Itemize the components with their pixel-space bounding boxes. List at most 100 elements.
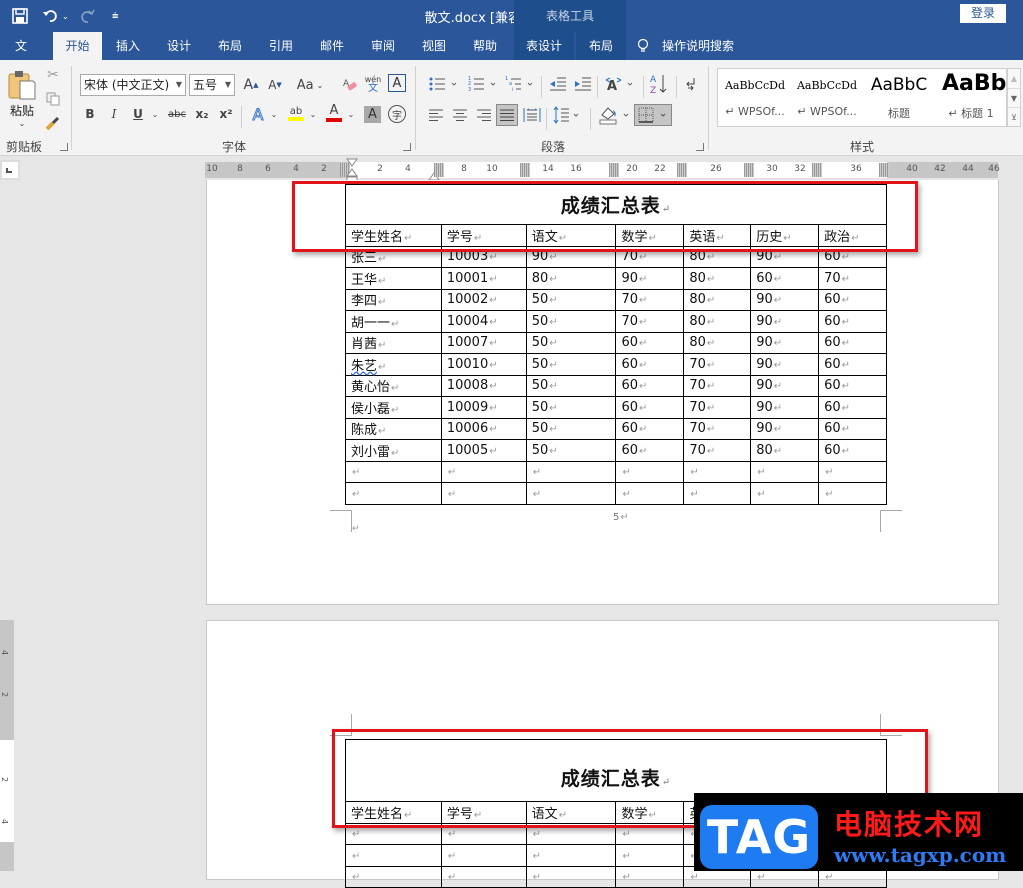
superscript-button[interactable]: x² — [218, 104, 234, 124]
font-name-combo[interactable]: 宋体 (中文正文) ▼ — [80, 74, 186, 96]
column-marker[interactable] — [812, 163, 822, 177]
style-item-title[interactable]: AaBbC 标题 — [864, 69, 934, 126]
table-cell[interactable]: 10009↵ — [440, 396, 527, 419]
table-cell[interactable]: ↵ — [440, 460, 527, 483]
table-cell[interactable]: 侯小磊↵ — [345, 396, 442, 419]
tab-insert[interactable]: 插入 — [106, 32, 150, 60]
multilevel-list-button[interactable]: 1ai — [503, 74, 537, 94]
table-cell[interactable]: 60↵ — [615, 331, 685, 354]
table-cell[interactable]: ↵ — [440, 844, 527, 867]
column-marker[interactable] — [677, 163, 687, 177]
justify-icon[interactable] — [496, 104, 518, 126]
column-marker[interactable] — [520, 163, 530, 177]
text-effects-icon[interactable]: A — [249, 104, 267, 124]
format-painter-icon[interactable] — [44, 114, 62, 132]
table-cell[interactable]: 50↵ — [525, 288, 617, 311]
line-spacing-button[interactable] — [552, 104, 582, 126]
table-cell[interactable]: 50↵ — [525, 417, 617, 440]
table-cell[interactable]: ↵ — [818, 482, 887, 505]
tab-help[interactable]: 帮助 — [463, 32, 507, 60]
highlight-dropdown-icon[interactable]: ⌄ — [308, 104, 318, 124]
table-cell[interactable]: ↵ — [615, 482, 685, 505]
table-cell[interactable]: 70↵ — [683, 396, 752, 419]
table-cell[interactable]: ↵ — [818, 460, 887, 483]
table-cell[interactable]: ↵ — [345, 865, 442, 888]
table-cell[interactable]: ↵ — [345, 482, 442, 505]
table-cell[interactable]: 50↵ — [525, 374, 617, 397]
table-cell[interactable]: ↵ — [683, 460, 752, 483]
undo-dropdown-icon[interactable]: ⌄ — [62, 6, 69, 26]
text-effects-dropdown-icon[interactable]: ⌄ — [269, 104, 279, 124]
table-cell[interactable]: 胡一一↵ — [345, 310, 442, 333]
table-cell[interactable]: 90↵ — [750, 288, 820, 311]
phonetic-guide-icon[interactable]: wén 文 — [362, 72, 384, 96]
table-cell[interactable]: 10004↵ — [440, 310, 527, 333]
table-cell[interactable]: 肖茜↵ — [345, 331, 442, 354]
tab-design[interactable]: 设计 — [157, 32, 201, 60]
align-center-icon[interactable] — [451, 106, 469, 124]
table-cell[interactable]: 80↵ — [683, 267, 752, 290]
table-cell[interactable]: 50↵ — [525, 331, 617, 354]
font-color-icon[interactable]: A — [324, 102, 344, 124]
table-cell[interactable]: 90↵ — [615, 267, 685, 290]
table-cell[interactable]: 90↵ — [750, 331, 820, 354]
table-cell[interactable]: 80↵ — [683, 310, 752, 333]
table-cell[interactable]: ↵ — [525, 865, 617, 888]
table-cell[interactable]: ↵ — [750, 460, 820, 483]
tab-table-layout[interactable]: 布局 — [576, 32, 626, 60]
change-case-button[interactable]: Aa ⌄ — [293, 74, 327, 96]
table-cell[interactable]: 朱艺↵ — [345, 353, 442, 376]
table-cell[interactable]: 60↵ — [818, 310, 887, 333]
table-cell[interactable]: 10002↵ — [440, 288, 527, 311]
paste-icon[interactable] — [6, 68, 38, 102]
style-item-heading1[interactable]: AaBb ↵ 标题 1 — [936, 69, 1006, 126]
table-cell[interactable]: ↵ — [750, 482, 820, 505]
table-cell[interactable]: 60↵ — [818, 374, 887, 397]
styles-scroll[interactable]: ▲ ▼ ⊻ — [1007, 68, 1021, 127]
table-cell[interactable]: ↵ — [345, 460, 442, 483]
subscript-button[interactable]: x₂ — [194, 104, 210, 124]
table-cell[interactable]: 50↵ — [525, 310, 617, 333]
clear-formatting-icon[interactable]: A — [340, 74, 360, 96]
table-cell[interactable]: ↵ — [615, 865, 685, 888]
table-cell[interactable]: 70↵ — [683, 417, 752, 440]
underline-button[interactable]: U — [130, 104, 146, 124]
customize-quick-access-icon[interactable]: ⩧ — [112, 6, 118, 26]
highlight-icon[interactable]: ab — [286, 102, 306, 124]
table-cell[interactable]: 50↵ — [525, 396, 617, 419]
table-cell[interactable]: 黄心怡↵ — [345, 374, 442, 397]
align-right-icon[interactable] — [475, 106, 493, 124]
table-cell[interactable]: 70↵ — [683, 374, 752, 397]
table-cell[interactable]: 80↵ — [525, 267, 617, 290]
table-cell[interactable]: 70↵ — [683, 439, 752, 462]
tell-me-search[interactable]: 操作说明搜索 — [658, 32, 738, 60]
table-cell[interactable]: ↵ — [683, 482, 752, 505]
align-left-icon[interactable] — [427, 106, 445, 124]
table-cell[interactable]: ↵ — [525, 482, 617, 505]
scroll-up-icon[interactable]: ▲ — [1008, 69, 1020, 88]
table-cell[interactable]: ↵ — [615, 460, 685, 483]
tab-layout[interactable]: 布局 — [208, 32, 252, 60]
show-formatting-marks-icon[interactable] — [682, 74, 700, 94]
asian-layout-button[interactable]: A — [603, 74, 637, 94]
bullets-button[interactable] — [427, 74, 461, 94]
tab-view[interactable]: 视图 — [412, 32, 456, 60]
table-cell[interactable]: 陈成↵ — [345, 417, 442, 440]
column-marker[interactable] — [609, 163, 619, 177]
bold-button[interactable]: B — [82, 104, 98, 124]
table-cell[interactable]: 60↵ — [818, 439, 887, 462]
borders-button[interactable] — [634, 104, 672, 126]
table-cell[interactable]: 90↵ — [750, 396, 820, 419]
table-cell[interactable]: ↵ — [525, 844, 617, 867]
font-color-dropdown-icon[interactable]: ⌄ — [346, 104, 356, 124]
table-cell[interactable]: 80↵ — [750, 439, 820, 462]
underline-dropdown-icon[interactable]: ⌄ — [150, 104, 160, 124]
grow-font-icon[interactable]: A ▲ — [241, 74, 261, 96]
tab-table-design[interactable]: 表设计 — [514, 32, 574, 60]
enclose-characters-icon[interactable]: 字 — [388, 105, 406, 123]
table-cell[interactable]: ↵ — [525, 460, 617, 483]
sort-icon[interactable]: AZ — [648, 72, 670, 96]
table-cell[interactable]: ↵ — [440, 482, 527, 505]
table-cell[interactable]: 80↵ — [683, 331, 752, 354]
table-cell[interactable]: 90↵ — [750, 417, 820, 440]
